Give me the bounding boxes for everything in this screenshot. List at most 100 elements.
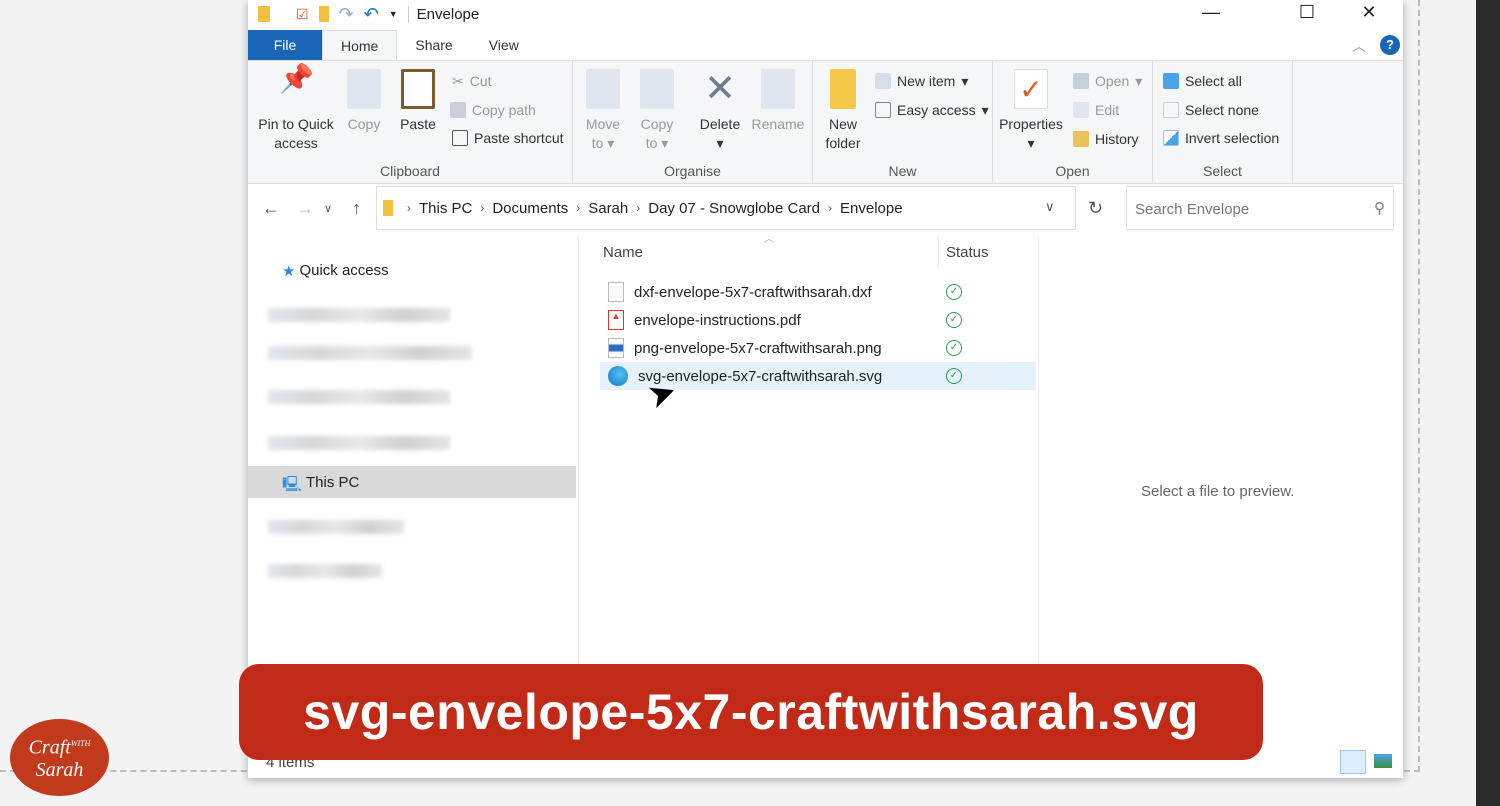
- rename-icon: [761, 69, 795, 109]
- synced-check-icon: ✓: [946, 284, 962, 300]
- file-icon: [608, 282, 624, 302]
- tab-view[interactable]: View: [471, 30, 537, 60]
- ribbon: 📌 Pin to Quick access Copy Paste ✂ Cut Cop…: [248, 60, 1403, 184]
- new-folder-icon[interactable]: [318, 6, 329, 22]
- right-edge-strip: [1476, 0, 1500, 806]
- filename-banner: svg-envelope-5x7-craftwithsarah.svg: [239, 664, 1263, 760]
- undo-icon[interactable]: ↶: [364, 4, 379, 25]
- chevron-right-icon: ›: [636, 201, 641, 215]
- select-group: Select all Select none Invert selection …: [1153, 61, 1293, 183]
- image-file-icon: [608, 338, 624, 358]
- breadcrumb-this-pc[interactable]: This PC: [419, 200, 472, 217]
- blurred-item: [268, 346, 472, 360]
- dashed-divider-vertical: [1418, 0, 1420, 772]
- copy-button[interactable]: Copy: [342, 61, 386, 134]
- delete-button[interactable]: ✕ Delete ▾: [697, 61, 743, 153]
- synced-check-icon: ✓: [946, 368, 962, 384]
- copy-path-button[interactable]: Copy path: [450, 98, 536, 122]
- tab-share[interactable]: Share: [397, 30, 470, 60]
- breadcrumb-sarah[interactable]: Sarah: [588, 200, 628, 217]
- invert-selection-button[interactable]: Invert selection: [1163, 126, 1279, 150]
- ribbon-tabs: File Home Share View: [248, 30, 537, 60]
- column-header-status[interactable]: Status: [946, 244, 989, 261]
- synced-check-icon: ✓: [946, 340, 962, 356]
- properties-button[interactable]: ✓ Properties ▾: [997, 61, 1065, 153]
- new-item-icon: [875, 73, 891, 89]
- pin-icon: 📌: [279, 63, 314, 94]
- close-button[interactable]: ✕: [1346, 0, 1392, 26]
- properties-check-icon: ✓: [1014, 69, 1048, 109]
- column-divider[interactable]: [938, 236, 939, 268]
- redo-icon[interactable]: ↷: [339, 4, 354, 25]
- folder-icon: [258, 6, 270, 22]
- blurred-item: [268, 308, 450, 322]
- cut-button[interactable]: ✂ Cut: [452, 69, 492, 93]
- move-to-button[interactable]: Move to ▾: [581, 61, 625, 153]
- select-all-icon: [1163, 73, 1179, 89]
- file-row[interactable]: png-envelope-5x7-craftwithsarah.png ✓: [600, 334, 1036, 362]
- history-icon: [1073, 131, 1089, 147]
- blurred-item: [268, 520, 404, 534]
- open-button[interactable]: Open ▾: [1073, 69, 1142, 93]
- breadcrumb-day07[interactable]: Day 07 - Snowglobe Card: [648, 200, 820, 217]
- large-icons-view-button[interactable]: [1374, 754, 1392, 768]
- blurred-item: [268, 564, 382, 578]
- details-view-button[interactable]: [1340, 750, 1366, 774]
- copy-to-button[interactable]: Copy to ▾: [635, 61, 679, 153]
- select-label: Select: [1203, 163, 1242, 179]
- sidebar-item-quick-access[interactable]: ★ Quick access: [282, 262, 389, 280]
- tab-home[interactable]: Home: [322, 30, 398, 60]
- rename-button[interactable]: Rename: [749, 61, 807, 134]
- paste-shortcut-icon: [452, 130, 468, 146]
- forward-icon[interactable]: →: [296, 198, 314, 219]
- up-icon[interactable]: ↑: [352, 198, 361, 219]
- organise-group: Move to ▾ Copy to ▾ ✕ Delete ▾ Rename Orga…: [573, 61, 813, 183]
- clipboard-label: Clipboard: [380, 163, 440, 179]
- address-bar[interactable]: › This PC › Documents › Sarah › Day 07 - Sn…: [376, 186, 1076, 230]
- paste-icon: [401, 69, 435, 109]
- column-header-name[interactable]: Name: [603, 244, 643, 261]
- customize-dropdown-icon[interactable]: ▼: [389, 9, 398, 19]
- paste-button[interactable]: Paste: [394, 61, 442, 134]
- clipboard-group: 📌 Pin to Quick access Copy Paste ✂ Cut Cop…: [248, 61, 573, 183]
- chevron-down-icon[interactable]: ∨: [1045, 199, 1055, 215]
- select-all-button[interactable]: Select all: [1163, 69, 1242, 93]
- help-icon[interactable]: ?: [1380, 35, 1400, 55]
- preview-message: Select a file to preview.: [1141, 483, 1295, 500]
- sidebar-item-this-pc[interactable]: 🖳 This PC: [248, 466, 576, 498]
- minimize-button[interactable]: —: [1188, 0, 1234, 26]
- pdf-icon: ▲: [608, 310, 624, 330]
- search-input[interactable]: Search Envelope ⚲: [1126, 186, 1394, 230]
- file-row[interactable]: ▲ envelope-instructions.pdf ✓: [600, 306, 1036, 334]
- breadcrumb-envelope[interactable]: Envelope: [840, 200, 903, 217]
- back-icon[interactable]: ←: [262, 198, 280, 219]
- edit-icon: [1073, 102, 1089, 118]
- new-folder-button[interactable]: New folder: [821, 61, 865, 153]
- recent-dropdown-icon[interactable]: ∨: [324, 202, 332, 215]
- sort-ascending-icon: ︿: [764, 234, 774, 245]
- computer-icon: 🖳: [282, 476, 303, 493]
- copy-to-icon: [640, 69, 674, 109]
- explorer-window: ☑ ↷ ↶ ▼ Envelope — ☐ ✕ ︿ ? File Home Sha…: [248, 0, 1403, 778]
- maximize-button[interactable]: ☐: [1284, 0, 1330, 26]
- breadcrumb-documents[interactable]: Documents: [492, 200, 568, 217]
- tab-file[interactable]: File: [248, 30, 322, 60]
- edit-button[interactable]: Edit: [1073, 98, 1119, 122]
- properties-icon[interactable]: ☑: [296, 6, 309, 23]
- organise-label: Organise: [664, 163, 721, 179]
- invert-selection-icon: [1163, 130, 1179, 146]
- pin-button[interactable]: 📌 Pin to Quick access: [254, 61, 338, 153]
- new-label: New: [888, 163, 917, 179]
- file-row[interactable]: dxf-envelope-5x7-craftwithsarah.dxf ✓: [600, 278, 1036, 306]
- chevron-right-icon: ›: [480, 201, 485, 215]
- paste-shortcut-button[interactable]: Paste shortcut: [452, 126, 564, 150]
- collapse-ribbon-icon[interactable]: ︿: [1352, 36, 1366, 56]
- easy-access-button[interactable]: Easy access ▾: [875, 98, 989, 122]
- new-item-button[interactable]: New item ▾: [875, 69, 968, 93]
- select-none-button[interactable]: Select none: [1163, 98, 1259, 122]
- navigation-pane: ★ Quick access 🖳 This PC: [248, 236, 578, 660]
- refresh-icon[interactable]: ↻: [1088, 198, 1103, 219]
- pane-divider: [578, 236, 579, 662]
- search-icon: ⚲: [1374, 200, 1385, 217]
- history-button[interactable]: History: [1073, 127, 1139, 151]
